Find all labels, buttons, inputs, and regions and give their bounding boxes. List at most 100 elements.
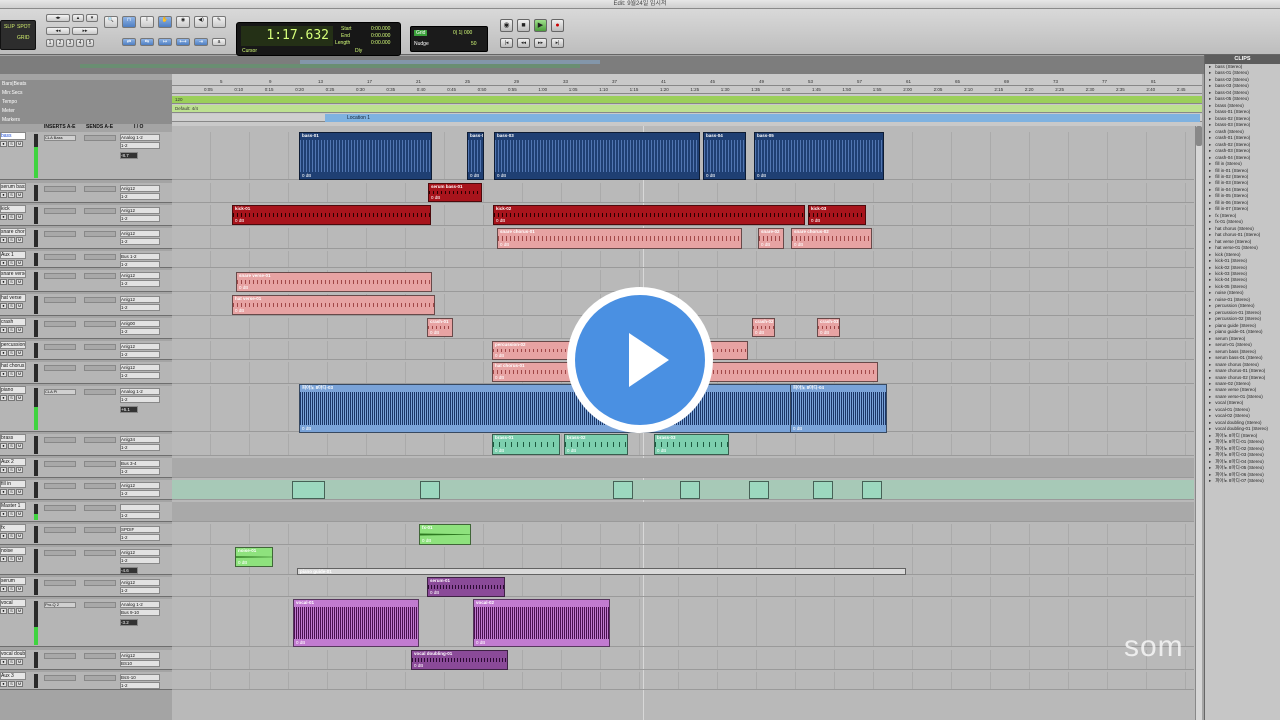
audio-clip[interactable]: bass-01 0 dB bbox=[299, 132, 432, 180]
track-name[interactable]: snare verse bbox=[0, 270, 26, 278]
disclosure-triangle-icon[interactable]: ▸ bbox=[1209, 155, 1211, 160]
mute-button[interactable]: M bbox=[16, 681, 23, 687]
output-selector[interactable]: 1-2 bbox=[120, 444, 160, 451]
record-enable-button[interactable]: ● bbox=[0, 350, 7, 356]
insert-slot[interactable]: CLA Bass bbox=[44, 135, 76, 141]
mute-button[interactable]: M bbox=[16, 395, 23, 401]
clip-list-item[interactable]: ▸ 피아노 8마디-07 (Stereo) bbox=[1205, 478, 1280, 484]
audio-clip[interactable]: vocal doubling-01 0 dB bbox=[411, 650, 508, 670]
track-name[interactable]: noise bbox=[0, 547, 26, 555]
audio-clip[interactable]: crash-01 0 dB bbox=[427, 318, 453, 337]
send-slot[interactable] bbox=[84, 321, 116, 327]
zoom-preset-3[interactable]: 3 bbox=[66, 39, 74, 47]
record-enable-button[interactable]: ● bbox=[0, 511, 7, 517]
link-track-icon[interactable]: ⇆ bbox=[140, 38, 154, 46]
track-name[interactable]: serum bass bbox=[0, 183, 26, 191]
output-selector[interactable]: 1-2 bbox=[120, 351, 160, 358]
tempo-ruler[interactable]: 120 bbox=[172, 96, 1202, 104]
send-slot[interactable] bbox=[84, 580, 116, 586]
mute-button[interactable]: M bbox=[16, 489, 23, 495]
clip-gain[interactable]: 0 dB bbox=[238, 560, 247, 565]
grabber-tool-icon[interactable]: ✋ bbox=[158, 16, 172, 28]
clip-gain[interactable]: 0 dB bbox=[757, 173, 766, 178]
audio-clip[interactable]: brass-03 0 dB bbox=[654, 434, 729, 455]
clip-gain[interactable]: 0 dB bbox=[414, 663, 423, 668]
track-header[interactable]: Aux 1 ● S M Bus 1-2 1-2 bbox=[0, 251, 172, 268]
input-selector[interactable]: Anlg12 bbox=[120, 364, 160, 371]
input-selector[interactable]: Bus 1-2 bbox=[120, 253, 160, 260]
solo-button[interactable]: S bbox=[8, 279, 15, 285]
mute-button[interactable]: M bbox=[16, 327, 23, 333]
rewind-button[interactable]: ◂◂ bbox=[517, 38, 530, 48]
output-selector[interactable]: 1-2 bbox=[120, 587, 160, 594]
disclosure-triangle-icon[interactable]: ▸ bbox=[1209, 433, 1211, 438]
track-lane[interactable] bbox=[172, 672, 1194, 690]
zoom-preset-2[interactable]: 2 bbox=[56, 39, 64, 47]
output-selector[interactable]: 1-2 bbox=[120, 557, 160, 564]
disclosure-triangle-icon[interactable]: ▸ bbox=[1209, 439, 1211, 444]
insert-slot[interactable] bbox=[44, 550, 76, 556]
disclosure-triangle-icon[interactable]: ▸ bbox=[1209, 271, 1211, 276]
output-selector[interactable]: 1-2 bbox=[120, 238, 160, 245]
record-enable-button[interactable]: ● bbox=[0, 608, 7, 614]
disclosure-triangle-icon[interactable]: ▸ bbox=[1209, 375, 1211, 380]
track-name[interactable]: vocal doubling bbox=[0, 650, 26, 658]
trim-tool-icon[interactable]: ⊓ bbox=[122, 16, 136, 28]
record-enable-button[interactable]: ● bbox=[0, 303, 7, 309]
send-slot[interactable] bbox=[84, 461, 116, 467]
clip-gain[interactable]: 0 dB bbox=[793, 426, 802, 431]
grid-value[interactable]: 0| 1| 000 bbox=[453, 30, 472, 36]
clip-gain[interactable]: 0 dB bbox=[497, 173, 506, 178]
send-slot[interactable] bbox=[84, 344, 116, 350]
mute-button[interactable]: M bbox=[16, 214, 23, 220]
audio-clip[interactable]: crash-03 0 dB bbox=[817, 318, 840, 337]
disclosure-triangle-icon[interactable]: ▸ bbox=[1209, 168, 1211, 173]
insert-slot[interactable] bbox=[44, 437, 76, 443]
input-selector[interactable]: Analog 1-2 bbox=[120, 134, 160, 141]
disclosure-triangle-icon[interactable]: ▸ bbox=[1209, 180, 1211, 185]
disclosure-triangle-icon[interactable]: ▸ bbox=[1209, 400, 1211, 405]
online-button[interactable]: ◉ bbox=[500, 19, 513, 32]
selector-tool-icon[interactable]: I bbox=[140, 16, 154, 28]
track-name[interactable]: kick bbox=[0, 205, 26, 213]
edit-mode-panel[interactable]: SLIP SPOT GRID bbox=[0, 20, 36, 50]
slip-mode[interactable]: SLIP bbox=[4, 24, 15, 30]
record-button[interactable]: ● bbox=[551, 19, 564, 32]
insert-slot[interactable] bbox=[44, 297, 76, 303]
track-header[interactable]: noise ● S M Anlg12 1-2 -4.6 bbox=[0, 547, 172, 575]
disclosure-triangle-icon[interactable]: ▸ bbox=[1209, 336, 1211, 341]
track-header[interactable]: fill in ● S M Anlg12 1-2 bbox=[0, 480, 172, 500]
insert-slot[interactable] bbox=[44, 365, 76, 371]
solo-button[interactable]: S bbox=[8, 141, 15, 147]
track-header[interactable]: crash ● S M Anlg00 1-2 bbox=[0, 318, 172, 339]
track-header[interactable]: hat verse ● S M Anlg12 1-2 bbox=[0, 294, 172, 316]
disclosure-triangle-icon[interactable]: ▸ bbox=[1209, 387, 1211, 392]
output-selector[interactable]: 1-2 bbox=[120, 682, 160, 689]
record-enable-button[interactable]: ● bbox=[0, 681, 7, 687]
clip-gain[interactable]: 0 dB bbox=[470, 173, 479, 178]
disclosure-triangle-icon[interactable]: ▸ bbox=[1209, 407, 1211, 412]
clip-gain[interactable]: 0 dB bbox=[567, 448, 576, 453]
fill-in-clip[interactable] bbox=[292, 481, 325, 499]
track-name[interactable]: Master 1 bbox=[0, 502, 26, 510]
record-enable-button[interactable]: ● bbox=[0, 371, 7, 377]
track-header[interactable]: Aux 2 ● S M Bus 3-4 1-2 bbox=[0, 458, 172, 478]
mute-button[interactable]: M bbox=[16, 371, 23, 377]
send-slot[interactable] bbox=[84, 186, 116, 192]
send-slot[interactable] bbox=[84, 550, 116, 556]
record-enable-button[interactable]: ● bbox=[0, 141, 7, 147]
zoom-in-button[interactable]: ▸▸ bbox=[72, 27, 98, 35]
mute-button[interactable]: M bbox=[16, 237, 23, 243]
input-selector[interactable]: Anlg12 bbox=[120, 230, 160, 237]
audio-clip[interactable]: fx-01 0 dB bbox=[419, 524, 471, 545]
track-lane[interactable] bbox=[172, 183, 1194, 203]
clip-gain[interactable]: 0 dB bbox=[495, 448, 504, 453]
record-enable-button[interactable]: ● bbox=[0, 237, 7, 243]
output-selector[interactable]: 1-2 bbox=[120, 193, 160, 200]
zoomer-tool-icon[interactable]: 🔍 bbox=[104, 16, 118, 28]
track-lane[interactable] bbox=[172, 502, 1194, 522]
audio-clip[interactable]: kick-03 0 dB bbox=[808, 205, 866, 225]
audio-clip[interactable]: snare verse-01 0 dB bbox=[236, 272, 432, 292]
universe-overview[interactable] bbox=[0, 56, 1204, 74]
disclosure-triangle-icon[interactable]: ▸ bbox=[1209, 446, 1211, 451]
